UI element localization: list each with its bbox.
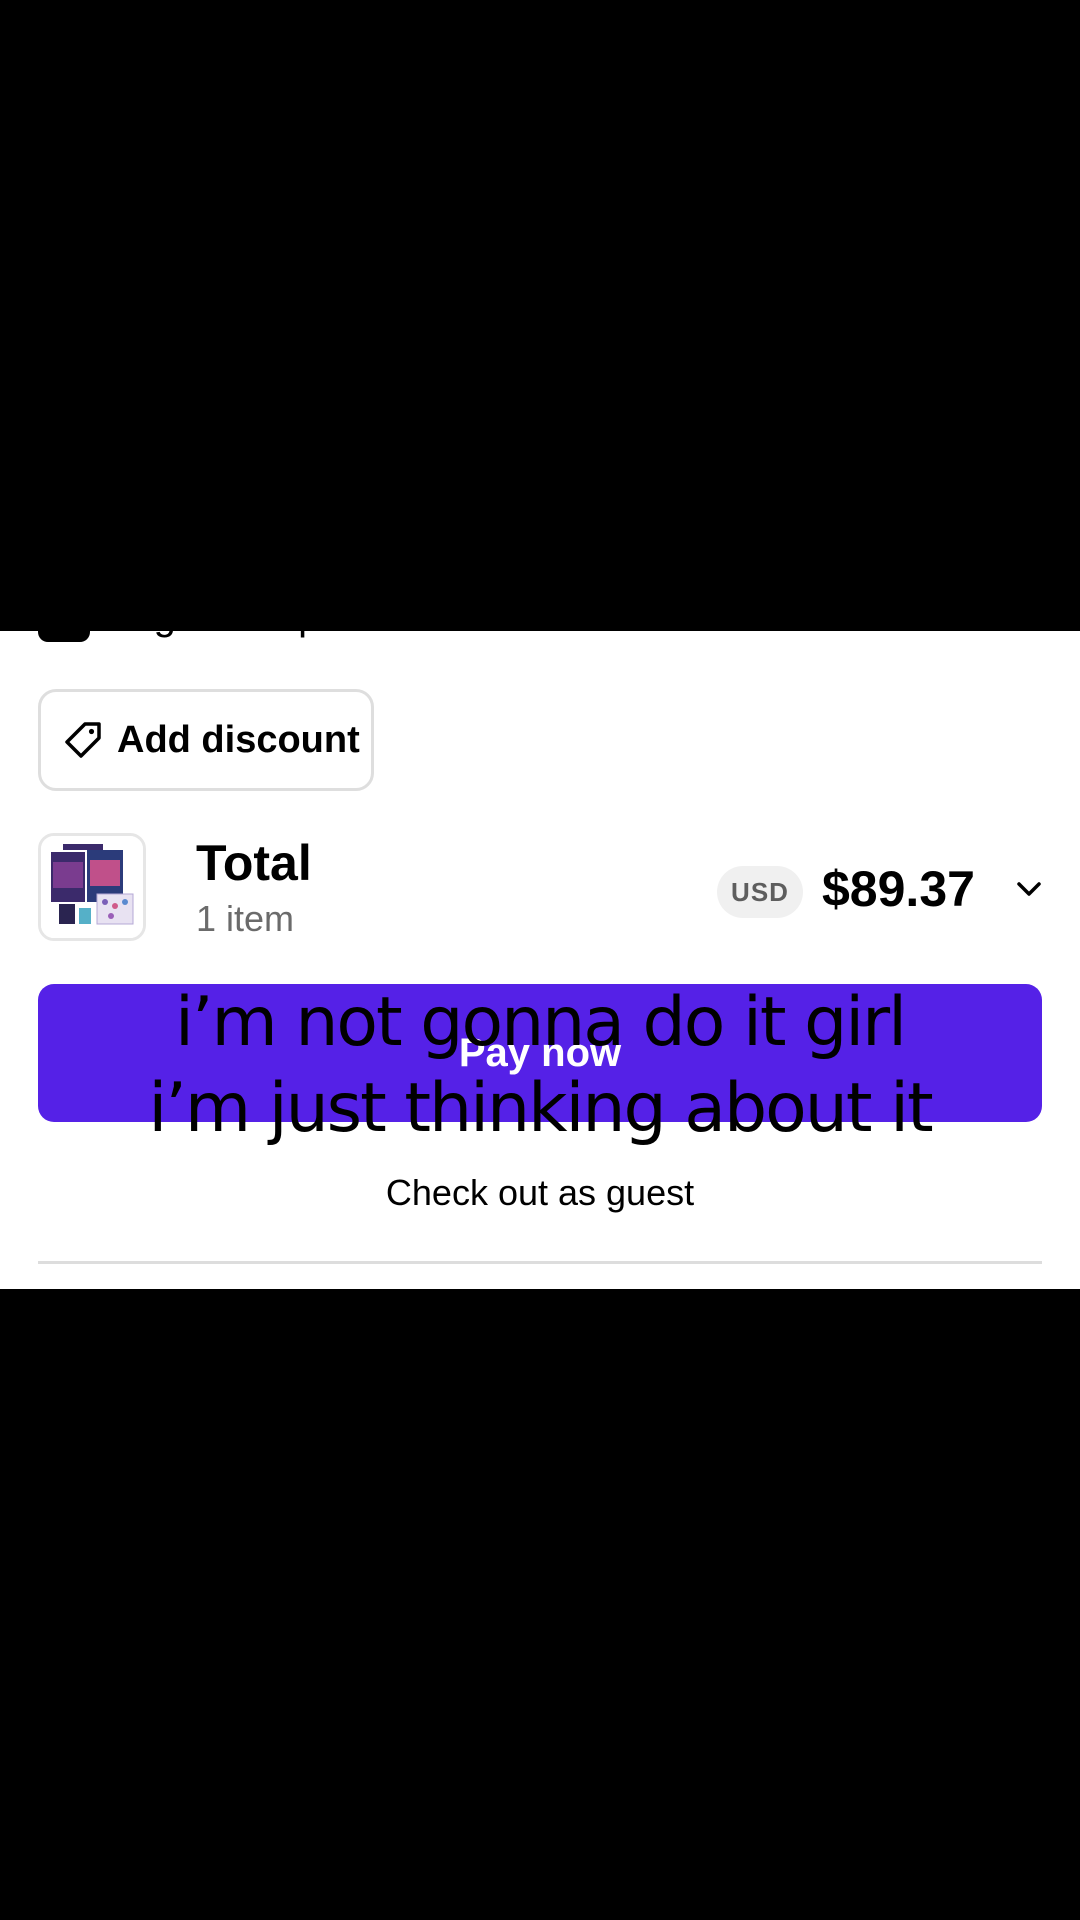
divider	[38, 1261, 1042, 1264]
total-label: Total	[196, 835, 312, 891]
newsletter-checkbox[interactable]	[38, 631, 90, 642]
newsletter-label: Sign me up for news and offers from this…	[118, 631, 935, 642]
add-discount-button[interactable]: Add discount	[38, 689, 374, 791]
currency-badge: USD	[717, 866, 803, 918]
total-amount: $89.37	[822, 861, 975, 917]
checkout-panel: Sign me up for news and offers from this…	[0, 631, 1080, 1289]
pay-now-button[interactable]: Pay now	[38, 984, 1042, 1122]
video-frame: Sign me up for news and offers from this…	[0, 0, 1080, 1920]
order-summary-row[interactable]: Total 1 item USD $89.37	[38, 833, 1042, 943]
item-count: 1 item	[196, 898, 295, 939]
pay-now-label: Pay now	[458, 1030, 622, 1075]
newsletter-row[interactable]: Sign me up for news and offers from this…	[38, 631, 935, 643]
add-discount-label: Add discount	[117, 718, 360, 761]
chevron-down-icon[interactable]	[1014, 877, 1044, 901]
guest-checkout-link[interactable]: Check out as guest	[0, 1171, 1080, 1215]
letterbox-top	[0, 0, 1080, 631]
product-thumbnail	[38, 833, 146, 941]
letterbox-bottom	[0, 1289, 1080, 1920]
tag-icon	[63, 720, 103, 760]
